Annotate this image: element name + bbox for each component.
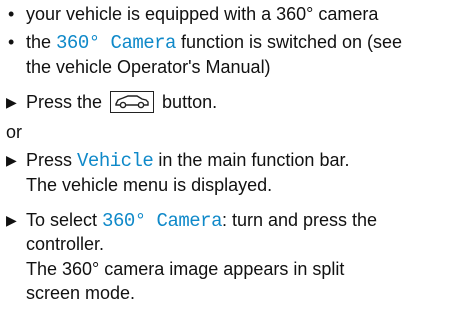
- instruction-page: • your vehicle is equipped with a 360° ca…: [0, 0, 462, 309]
- step-arrow-icon: ▶: [6, 152, 17, 168]
- step-result-line-2: screen mode.: [26, 283, 136, 303]
- step-result-line-1: The 360° camera image appears in split: [26, 259, 345, 279]
- step-select-360-camera: ▶ To select 360° Camera: turn and press t…: [6, 208, 377, 232]
- car-icon: [110, 91, 155, 113]
- highlight-vehicle: Vehicle: [77, 150, 154, 172]
- step-text-post: button.: [157, 92, 218, 112]
- step-text-post: : turn and press the: [221, 210, 378, 230]
- bullet-icon: •: [8, 4, 15, 24]
- step-text-pre: Press the: [26, 92, 108, 112]
- step-text-post: in the main function bar.: [153, 150, 350, 170]
- step-press-vehicle: ▶ Press Vehicle in the main function bar.: [6, 148, 349, 172]
- condition-text-post: function is switched on (see: [175, 32, 403, 52]
- step-text-pre: Press: [26, 150, 78, 170]
- condition-item-camera-equipped: • your vehicle is equipped with a 360° ca…: [8, 2, 378, 26]
- condition-item-continuation: the vehicle Operator's Manual): [26, 55, 271, 79]
- bullet-icon: •: [8, 32, 15, 52]
- step-result-vehicle-menu: The vehicle menu is displayed.: [26, 175, 273, 195]
- highlight-360-camera: 360° Camera: [102, 210, 222, 232]
- condition-text-cont: the vehicle Operator's Manual): [26, 57, 271, 77]
- condition-item-camera-switched-on: • the 360° Camera function is switched on…: [8, 30, 402, 54]
- condition-text-pre: the: [26, 32, 57, 52]
- step-arrow-icon: ▶: [6, 94, 17, 110]
- step-continuation: controller.: [26, 234, 105, 254]
- or-label: or: [6, 122, 23, 142]
- condition-text: your vehicle is equipped with a 360° cam…: [26, 4, 379, 24]
- step-press-car-button: ▶ Press the button.: [6, 90, 217, 114]
- highlight-360-camera: 360° Camera: [56, 32, 176, 54]
- step-text-pre: To select: [26, 210, 103, 230]
- step-arrow-icon: ▶: [6, 212, 17, 228]
